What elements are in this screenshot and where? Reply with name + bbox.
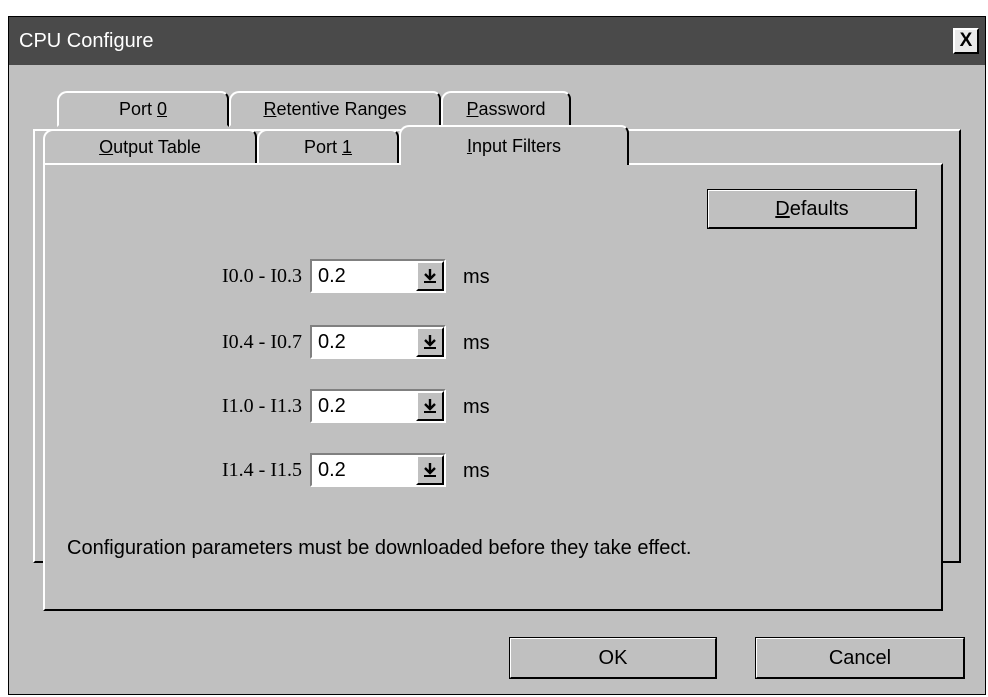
- tab-input-filters[interactable]: Input Filters: [399, 125, 629, 165]
- tab-label: Input Filters: [466, 135, 562, 156]
- dropdown-arrow-button[interactable]: [416, 455, 444, 485]
- filter-range-label: I1.0 - I1.3: [222, 395, 302, 417]
- tab-label: Password: [466, 98, 546, 119]
- defaults-button[interactable]: Defaults: [707, 189, 917, 229]
- close-icon: X: [959, 30, 973, 51]
- ok-button[interactable]: OK: [509, 637, 717, 679]
- filter-time-value: 0.2: [318, 395, 346, 417]
- cpu-configure-dialog: CPU Configure X Port 0 Retentive Ranges …: [8, 16, 986, 695]
- chevron-down-icon: [424, 399, 436, 413]
- chevron-down-icon: [424, 269, 436, 283]
- tab-label: Retentive Ranges: [263, 98, 407, 119]
- tab-password[interactable]: Password: [441, 91, 571, 127]
- dropdown-arrow-button[interactable]: [416, 261, 444, 291]
- unit-label: ms: [463, 396, 490, 418]
- download-note: Configuration parameters must be downloa…: [67, 537, 692, 559]
- input-filters-panel: Defaults I0.0 - I0.3 0.2 ms I0.4 - I0.7 …: [43, 163, 943, 611]
- tab-retentive-ranges[interactable]: Retentive Ranges: [229, 91, 441, 127]
- filter-time-value: 0.2: [318, 265, 346, 287]
- filter-time-select[interactable]: 0.2: [310, 453, 446, 487]
- window-title: CPU Configure: [19, 29, 154, 52]
- filter-range-label: I1.4 - I1.5: [222, 459, 302, 481]
- cancel-button[interactable]: Cancel: [755, 637, 965, 679]
- tab-output-table[interactable]: Output Table: [43, 129, 257, 165]
- tab-port-1[interactable]: Port 1: [257, 129, 399, 165]
- tab-port-0[interactable]: Port 0: [57, 91, 229, 127]
- filter-time-value: 0.2: [318, 331, 346, 353]
- filter-time-select[interactable]: 0.2: [310, 389, 446, 423]
- button-label: Cancel: [828, 646, 892, 669]
- filter-range-label: I0.0 - I0.3: [222, 265, 302, 287]
- unit-label: ms: [463, 332, 490, 354]
- button-label: OK: [598, 646, 628, 669]
- tab-label: Output Table: [99, 136, 201, 157]
- filter-time-select[interactable]: 0.2: [310, 325, 446, 359]
- chevron-down-icon: [424, 463, 436, 477]
- filter-time-select[interactable]: 0.2: [310, 259, 446, 293]
- close-button[interactable]: X: [953, 28, 979, 54]
- filter-range-label: I0.4 - I0.7: [222, 331, 302, 353]
- dropdown-arrow-button[interactable]: [416, 391, 444, 421]
- tab-label: Port 1: [303, 136, 353, 157]
- tab-label: Port 0: [118, 98, 168, 119]
- dropdown-arrow-button[interactable]: [416, 327, 444, 357]
- chevron-down-icon: [424, 335, 436, 349]
- unit-label: ms: [463, 266, 490, 288]
- title-bar[interactable]: CPU Configure X: [9, 17, 985, 65]
- filter-time-value: 0.2: [318, 459, 346, 481]
- unit-label: ms: [463, 460, 490, 482]
- button-label: Defaults: [775, 197, 849, 220]
